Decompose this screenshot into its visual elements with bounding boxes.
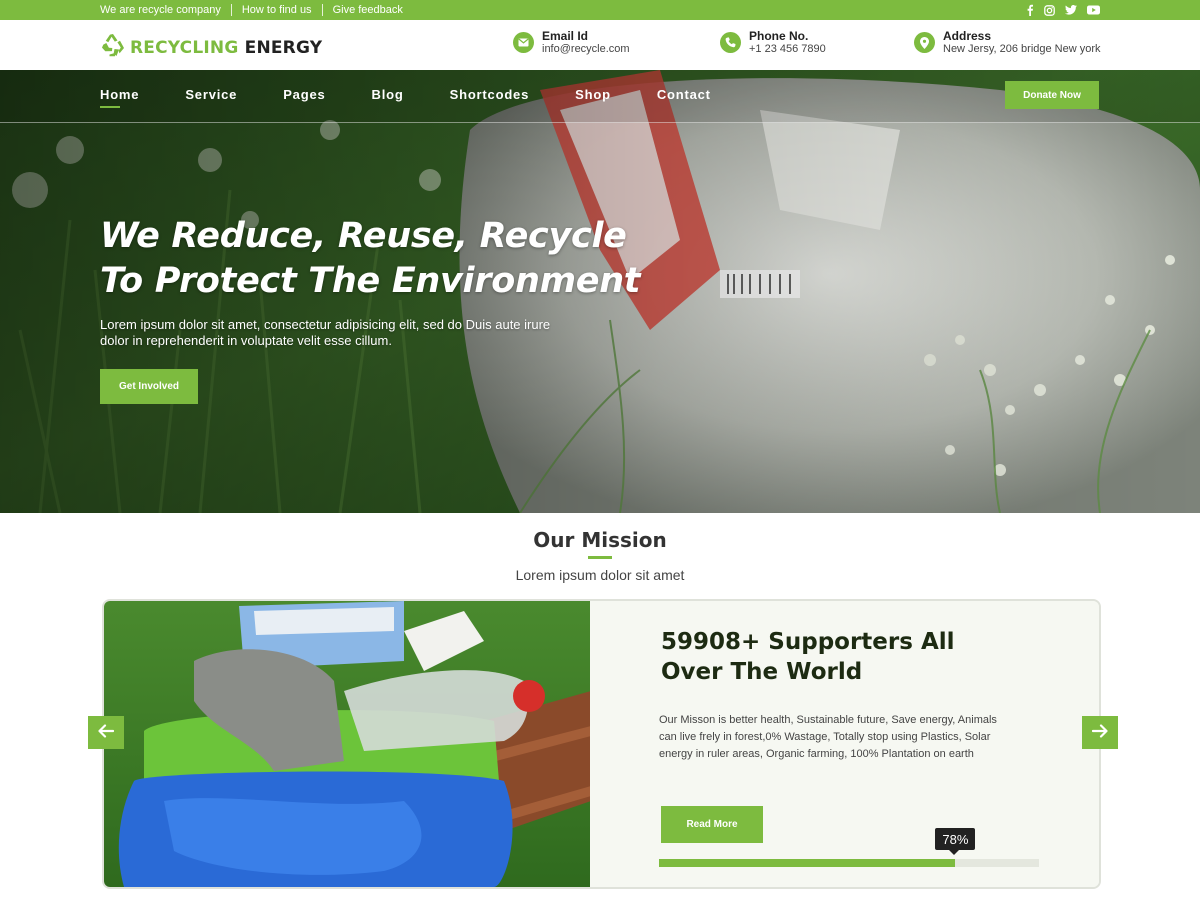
top-link-company[interactable]: We are recycle company xyxy=(100,4,221,16)
nav-item-home[interactable]: Home xyxy=(100,87,139,108)
logo-word-2: ENERGY xyxy=(244,37,323,58)
mission-description: Our Misson is better health, Sustainable… xyxy=(659,714,997,760)
instagram-icon[interactable] xyxy=(1044,4,1055,16)
arrow-right-icon xyxy=(1091,724,1108,741)
progress-bar xyxy=(659,859,1039,867)
contact-address-value: New Jersy, 206 bridge New york xyxy=(943,43,1101,55)
phone-icon xyxy=(720,32,741,53)
site-logo[interactable]: RECYCLING ENERGY xyxy=(100,32,322,63)
logo-text: RECYCLING ENERGY xyxy=(130,38,322,58)
divider xyxy=(321,4,323,16)
arrow-left-icon xyxy=(98,724,115,741)
contact-email: Email Id info@recycle.com xyxy=(513,30,630,55)
facebook-icon[interactable] xyxy=(1026,4,1034,16)
site-header: RECYCLING ENERGY Email Id info@recycle.c… xyxy=(0,20,1200,70)
contact-phone-title: Phone No. xyxy=(749,29,809,43)
progress-percent-badge: 78% xyxy=(935,828,976,855)
email-icon xyxy=(513,32,534,53)
contact-phone-value[interactable]: +1 23 456 7890 xyxy=(749,43,826,55)
carousel-prev-button[interactable] xyxy=(88,716,124,749)
supporters-heading: 59908+ Supporters All Over The World xyxy=(661,629,955,685)
read-more-button[interactable]: Read More xyxy=(661,806,763,843)
nav-item-service[interactable]: Service xyxy=(185,87,237,102)
hero-section: Home Service Pages Blog Shortcodes Shop … xyxy=(0,70,1200,513)
contact-email-title: Email Id xyxy=(542,29,589,43)
recycle-icon xyxy=(100,32,126,63)
social-links xyxy=(1026,0,1100,20)
mission-title: Our Mission xyxy=(533,528,667,552)
hero-title: We Reduce, Reuse, Recycle To Protect The… xyxy=(100,214,641,304)
nav-menu: Home Service Pages Blog Shortcodes Shop … xyxy=(100,87,757,108)
contact-address-title: Address xyxy=(943,29,992,43)
nav-item-contact[interactable]: Contact xyxy=(657,87,711,102)
mission-card: 59908+ Supporters All Over The World Our… xyxy=(102,599,1101,889)
hero-subtitle: Lorem ipsum dolor sit amet, consectetur … xyxy=(100,317,551,348)
top-link-find-us[interactable]: How to find us xyxy=(242,4,312,16)
nav-item-pages[interactable]: Pages xyxy=(283,87,325,102)
contact-phone: Phone No. +1 23 456 7890 xyxy=(720,30,826,55)
location-icon xyxy=(914,32,935,53)
nav-item-blog[interactable]: Blog xyxy=(372,87,404,102)
mission-card-content: 59908+ Supporters All Over The World Our… xyxy=(590,601,1099,887)
top-bar: We are recycle company How to find us Gi… xyxy=(0,0,1200,20)
main-nav: Home Service Pages Blog Shortcodes Shop … xyxy=(0,70,1200,123)
contact-address: Address New Jersy, 206 bridge New york xyxy=(914,30,1101,55)
progress-bar-fill xyxy=(659,859,956,867)
hero-title-line-2: To Protect The Environment xyxy=(100,261,641,301)
carousel-next-button[interactable] xyxy=(1082,716,1118,749)
youtube-icon[interactable] xyxy=(1087,5,1100,15)
top-links: We are recycle company How to find us Gi… xyxy=(100,0,403,20)
contact-email-value[interactable]: info@recycle.com xyxy=(542,43,630,55)
mission-subtitle: Lorem ipsum dolor sit amet xyxy=(515,567,685,583)
mission-card-image xyxy=(104,601,591,887)
hero-title-line-1: We Reduce, Reuse, Recycle xyxy=(100,216,627,256)
nav-item-shop[interactable]: Shop xyxy=(575,87,611,102)
mission-title-underline xyxy=(588,556,612,559)
twitter-icon[interactable] xyxy=(1065,5,1077,15)
donate-now-button[interactable]: Donate Now xyxy=(1005,81,1099,109)
get-involved-button[interactable]: Get Involved xyxy=(100,369,198,404)
nav-item-shortcodes[interactable]: Shortcodes xyxy=(450,87,530,102)
top-link-feedback[interactable]: Give feedback xyxy=(333,4,403,16)
logo-word-1: RECYCLING xyxy=(130,37,239,58)
divider xyxy=(230,4,232,16)
